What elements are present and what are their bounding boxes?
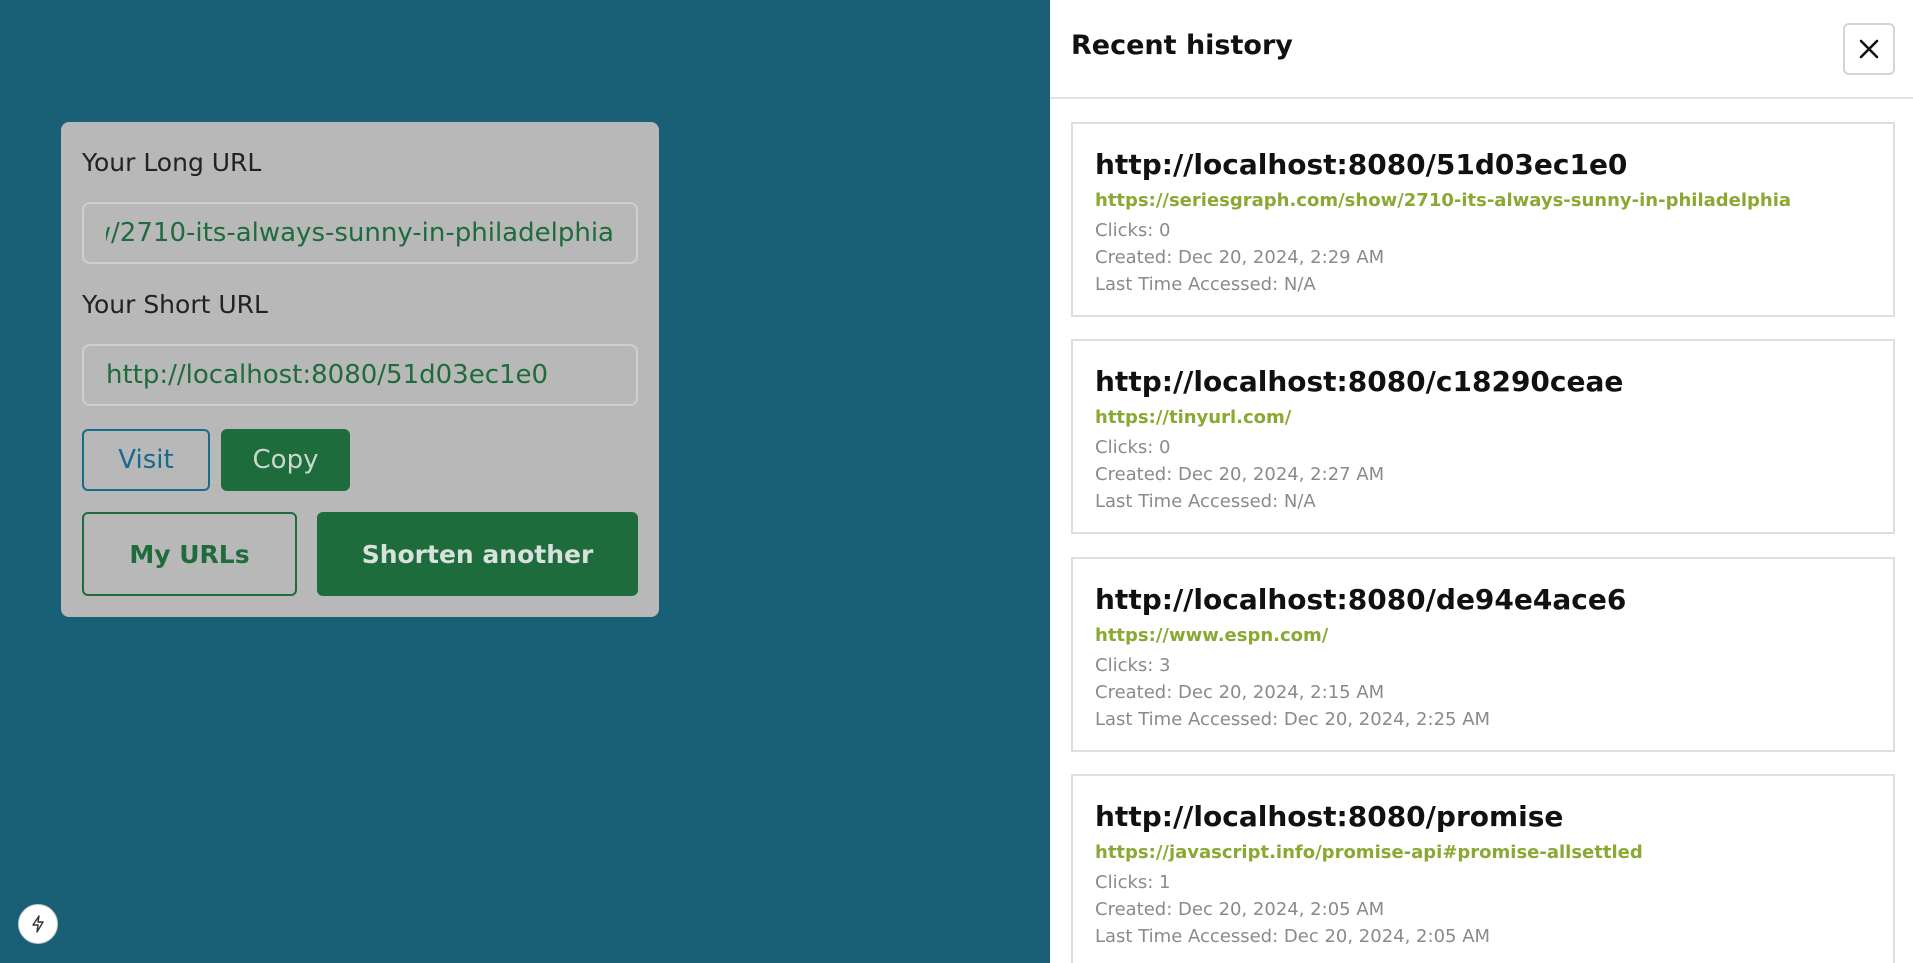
long-url-label: Your Long URL <box>82 148 262 177</box>
history-created: Created: Dec 20, 2024, 2:27 AM <box>1095 464 1385 485</box>
history-clicks: Clicks: 0 <box>1095 220 1171 241</box>
history-clicks: Clicks: 0 <box>1095 437 1171 458</box>
visit-button[interactable]: Visit <box>82 429 210 491</box>
history-item: http://localhost:8080/promise https://ja… <box>1071 774 1895 963</box>
short-url-input[interactable] <box>82 344 638 406</box>
history-last-accessed: Last Time Accessed: N/A <box>1095 491 1316 512</box>
history-item: http://localhost:8080/51d03ec1e0 https:/… <box>1071 122 1895 317</box>
history-item: http://localhost:8080/c18290ceae https:/… <box>1071 339 1895 534</box>
history-long-url-link[interactable]: https://javascript.info/promise-api#prom… <box>1095 842 1871 863</box>
history-clicks: Clicks: 3 <box>1095 655 1171 676</box>
history-last-accessed: Last Time Accessed: Dec 20, 2024, 2:05 A… <box>1095 926 1491 947</box>
dev-tools-button[interactable] <box>18 904 58 944</box>
close-button[interactable] <box>1843 23 1895 75</box>
history-short-url: http://localhost:8080/c18290ceae <box>1095 365 1624 398</box>
history-created: Created: Dec 20, 2024, 2:15 AM <box>1095 682 1385 703</box>
history-created: Created: Dec 20, 2024, 2:29 AM <box>1095 247 1385 268</box>
history-item: http://localhost:8080/de94e4ace6 https:/… <box>1071 557 1895 752</box>
drawer-title: Recent history <box>1071 30 1293 61</box>
history-short-url: http://localhost:8080/51d03ec1e0 <box>1095 148 1628 181</box>
history-short-url: http://localhost:8080/de94e4ace6 <box>1095 583 1627 616</box>
long-url-input[interactable] <box>82 202 638 264</box>
history-long-url-link[interactable]: https://seriesgraph.com/show/2710-its-al… <box>1095 190 1871 211</box>
my-urls-button[interactable]: My URLs <box>82 512 297 596</box>
shortener-card: Your Long URL Your Short URL Visit Copy … <box>61 122 659 617</box>
shorten-another-button[interactable]: Shorten another <box>317 512 638 596</box>
history-last-accessed: Last Time Accessed: Dec 20, 2024, 2:25 A… <box>1095 709 1491 730</box>
history-long-url-link[interactable]: https://www.espn.com/ <box>1095 625 1871 646</box>
history-drawer: Recent history http://localhost:8080/51d… <box>1050 0 1913 963</box>
history-long-url-link[interactable]: https://tinyurl.com/ <box>1095 407 1871 428</box>
copy-button[interactable]: Copy <box>221 429 350 491</box>
lightning-icon <box>32 915 44 933</box>
history-last-accessed: Last Time Accessed: N/A <box>1095 274 1316 295</box>
drawer-header: Recent history <box>1050 0 1913 99</box>
history-created: Created: Dec 20, 2024, 2:05 AM <box>1095 899 1385 920</box>
close-icon <box>1859 39 1879 59</box>
history-clicks: Clicks: 1 <box>1095 872 1171 893</box>
history-short-url: http://localhost:8080/promise <box>1095 800 1564 833</box>
short-url-label: Your Short URL <box>82 290 268 319</box>
